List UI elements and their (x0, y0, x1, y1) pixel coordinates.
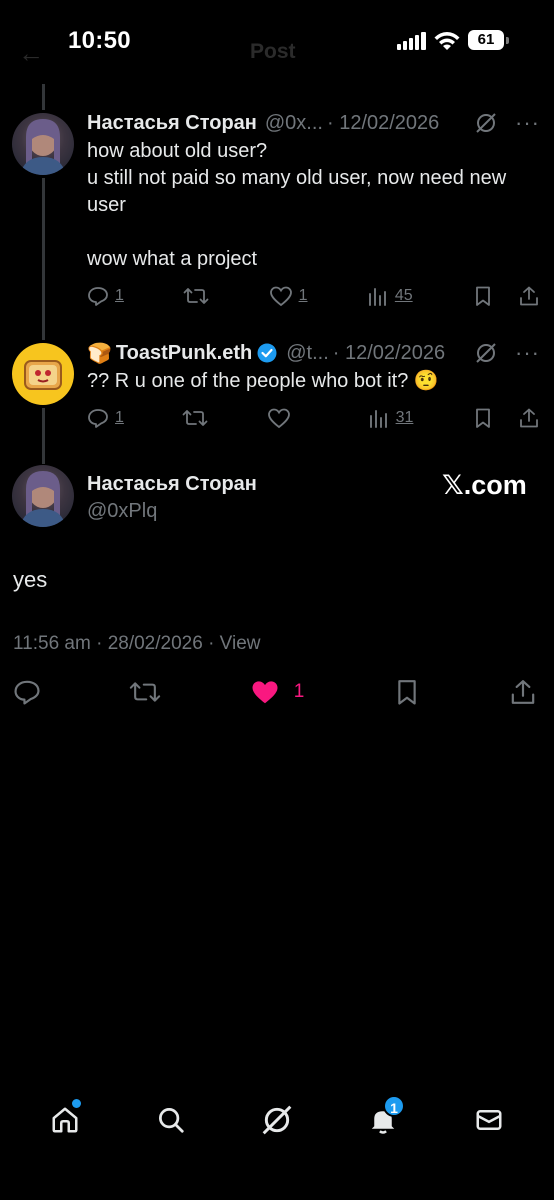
avatar[interactable] (12, 113, 74, 175)
share-icon[interactable] (509, 678, 537, 706)
main-tweet-actions: 1 (13, 676, 537, 708)
reply-icon[interactable] (13, 678, 41, 706)
views-button[interactable]: 45 (367, 285, 413, 307)
thread-line (42, 84, 45, 110)
nav-notifications[interactable]: 1 (355, 1092, 411, 1148)
more-icon[interactable]: ··· (515, 340, 540, 366)
author-handle[interactable]: @0x... (265, 112, 323, 135)
avatar[interactable] (12, 343, 74, 405)
status-bar: ← 10:50 Post 61 (0, 0, 554, 84)
retweet-icon (183, 410, 208, 426)
tweet-meta[interactable]: 11:56 am · 28/02/2026 · View (13, 633, 261, 655)
reply-count: 1 (115, 409, 124, 426)
retweet-button[interactable] (182, 407, 208, 429)
like-button[interactable]: 1 (269, 285, 308, 307)
reply-icon (88, 409, 108, 428)
heart-icon (268, 408, 290, 429)
author-handle[interactable]: @t... (286, 342, 329, 365)
verified-icon (257, 343, 277, 363)
thread-line (42, 178, 45, 340)
views-icon (368, 288, 386, 306)
signal-icon (397, 32, 426, 50)
views-count: 45 (394, 287, 413, 304)
tweet-text: ?? R u one of the people who bot it? 🤨 (87, 370, 439, 392)
reply-button[interactable]: 1 (87, 407, 124, 429)
wifi-icon (434, 32, 460, 50)
like-count: 1 (298, 287, 308, 304)
author-name[interactable]: Настасья Сторан (87, 112, 257, 135)
bottom-nav: 1 (0, 1090, 554, 1150)
retweet-icon (183, 288, 209, 304)
like-button[interactable]: 1 (250, 678, 305, 706)
tweet-date: · 12/02/2026 (332, 341, 446, 364)
tweet-actions: 1 1 45 (87, 282, 540, 310)
author-name[interactable]: Настасья Сторан (87, 473, 257, 496)
battery-tip (506, 37, 509, 44)
reply-count: 1 (115, 287, 124, 304)
bread-emoji: 🍞 (87, 342, 112, 365)
nav-search[interactable] (143, 1092, 199, 1148)
nav-home[interactable] (37, 1092, 93, 1148)
retweet-button[interactable] (183, 285, 209, 307)
nav-grok[interactable] (249, 1092, 305, 1148)
share-icon[interactable] (518, 285, 540, 307)
views-icon (369, 410, 387, 428)
home-unread-dot (72, 1099, 81, 1108)
thread-line (42, 408, 45, 464)
retweet-icon[interactable] (129, 678, 161, 706)
grok-icon[interactable] (475, 342, 497, 364)
page-title: Post (250, 40, 296, 63)
x-watermark: 𝕏.com (442, 470, 527, 500)
heart-filled-icon (252, 681, 278, 704)
status-time: 10:50 (68, 27, 131, 54)
author-name[interactable]: ToastPunk.eth (116, 342, 252, 365)
share-icon[interactable] (518, 407, 540, 429)
views-button[interactable]: 31 (368, 407, 414, 429)
grok-icon[interactable] (475, 112, 497, 134)
tweet-date: · 12/02/2026 (326, 111, 440, 134)
views-count: 31 (395, 409, 414, 426)
bookmark-icon[interactable] (472, 407, 494, 429)
author-handle[interactable]: @0xPlq (87, 500, 157, 523)
bookmark-icon[interactable] (393, 678, 421, 706)
mail-icon (476, 1110, 502, 1130)
nav-messages[interactable] (461, 1092, 517, 1148)
tweet-text: yes (13, 567, 48, 592)
grok-icon (262, 1105, 292, 1135)
search-icon (159, 1108, 184, 1133)
home-icon (52, 1107, 78, 1133)
reply-button[interactable]: 1 (87, 285, 124, 307)
reply-tweet[interactable]: Настасья Сторан @0x... · 12/02/2026 ··· … (87, 110, 540, 273)
bookmark-icon[interactable] (472, 285, 494, 307)
tweet-actions: 1 31 (87, 404, 540, 432)
tweet-text: how about old user? u still not paid so … (87, 140, 507, 270)
like-button[interactable] (267, 407, 309, 429)
reply-tweet[interactable]: 🍞 ToastPunk.eth @t... · 12/02/2026 ··· ?… (87, 340, 540, 395)
reply-icon (88, 287, 108, 306)
back-arrow-icon[interactable]: ← (18, 38, 44, 69)
battery-icon: 61 (468, 30, 504, 50)
more-icon[interactable]: ··· (515, 110, 540, 136)
notifications-badge: 1 (383, 1095, 405, 1117)
like-count: 1 (293, 681, 305, 702)
heart-icon (269, 286, 292, 307)
avatar[interactable] (12, 465, 74, 527)
